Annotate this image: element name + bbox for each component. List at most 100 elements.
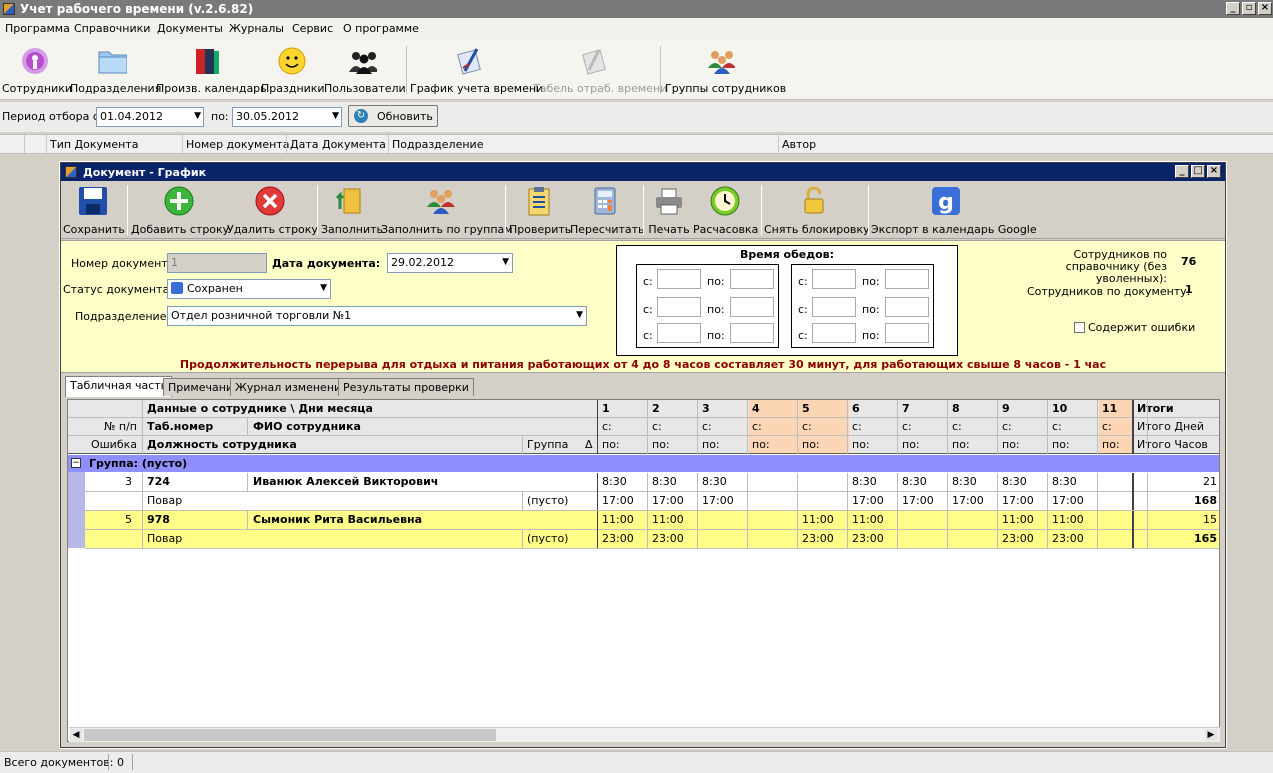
- shift-start-cell[interactable]: 11:00: [799, 511, 849, 529]
- shift-start-cell[interactable]: [749, 473, 799, 491]
- lunch2-from-1[interactable]: [812, 269, 856, 289]
- shift-start-cell[interactable]: [899, 511, 949, 529]
- shift-start-cell[interactable]: 11:00: [1049, 511, 1099, 529]
- shift-end-cell[interactable]: 23:00: [849, 530, 899, 548]
- menu-about[interactable]: О программе: [343, 22, 419, 35]
- unlock-button[interactable]: Снять блокировку: [764, 181, 870, 239]
- employee-position[interactable]: Повар: [144, 530, 514, 548]
- shift-end-cell[interactable]: 23:00: [599, 530, 649, 548]
- shift-end-cell[interactable]: [699, 530, 749, 548]
- lunch2-to-1[interactable]: [885, 269, 929, 289]
- delete-row-button[interactable]: Удалить строку: [227, 181, 318, 239]
- shift-end-cell[interactable]: [899, 530, 949, 548]
- col-doc-number[interactable]: Номер документа: [186, 138, 289, 151]
- header-day-7[interactable]: 7: [899, 400, 949, 418]
- header-day-1[interactable]: 1: [599, 400, 649, 418]
- shift-start-cell[interactable]: [749, 511, 799, 529]
- shift-end-cell[interactable]: [949, 530, 999, 548]
- lunch1-to-2[interactable]: [730, 297, 774, 317]
- print-button[interactable]: Печать: [647, 181, 691, 239]
- save-button[interactable]: Сохранить: [63, 181, 125, 239]
- menu-directories[interactable]: Справочники: [74, 22, 150, 35]
- shift-end-cell[interactable]: 23:00: [999, 530, 1049, 548]
- employees-button[interactable]: Сотрудники: [2, 40, 72, 98]
- shift-end-cell[interactable]: 17:00: [699, 492, 749, 510]
- shift-start-cell[interactable]: 11:00: [849, 511, 899, 529]
- doc-minimize-button[interactable]: _: [1175, 165, 1189, 178]
- lunch2-from-2[interactable]: [812, 297, 856, 317]
- timesheet-button[interactable]: Табель отраб. времени: [533, 40, 667, 98]
- department-combo[interactable]: Отдел розничной торговли №1 ▼: [167, 306, 587, 326]
- header-day-9[interactable]: 9: [999, 400, 1049, 418]
- shift-end-cell[interactable]: 17:00: [599, 492, 649, 510]
- check-button[interactable]: Проверить: [509, 181, 571, 239]
- scroll-thumb[interactable]: [84, 729, 496, 741]
- lunch1-from-2[interactable]: [657, 297, 701, 317]
- header-day-10[interactable]: 10: [1049, 400, 1099, 418]
- header-group[interactable]: Группа: [524, 436, 584, 454]
- shift-end-cell[interactable]: 23:00: [799, 530, 849, 548]
- tab-number[interactable]: 724: [144, 473, 244, 491]
- employee-fio[interactable]: Иванюк Алексей Викторович: [250, 473, 590, 491]
- shift-start-cell[interactable]: 8:30: [699, 473, 749, 491]
- lunch1-to-1[interactable]: [730, 269, 774, 289]
- period-to-combo[interactable]: 30.05.2012 ▼: [232, 107, 342, 127]
- prod-calendar-button[interactable]: Произв. календарь: [156, 40, 267, 98]
- header-day-6[interactable]: 6: [849, 400, 899, 418]
- errors-checkbox[interactable]: [1074, 322, 1085, 333]
- employee-group[interactable]: (пусто): [524, 530, 594, 548]
- holidays-button[interactable]: Праздники: [261, 40, 325, 98]
- tab-table[interactable]: Табличная часть: [65, 376, 173, 397]
- header-day-3[interactable]: 3: [699, 400, 749, 418]
- doc-status-combo[interactable]: Сохранен ▼: [167, 279, 331, 299]
- shift-start-cell[interactable]: 11:00: [649, 511, 699, 529]
- header-row-number[interactable]: № п/п: [68, 418, 140, 436]
- shift-end-cell[interactable]: 23:00: [1049, 530, 1099, 548]
- refresh-button[interactable]: ↻ Обновить: [348, 105, 438, 127]
- close-button[interactable]: ×: [1258, 2, 1272, 15]
- menu-journals[interactable]: Журналы: [229, 22, 284, 35]
- shift-end-cell[interactable]: [749, 492, 799, 510]
- shift-end-cell[interactable]: 17:00: [949, 492, 999, 510]
- doc-maximize-button[interactable]: □: [1191, 165, 1205, 178]
- lunch2-to-2[interactable]: [885, 297, 929, 317]
- scroll-left-icon[interactable]: ◀: [70, 729, 82, 741]
- shift-start-cell[interactable]: 8:30: [599, 473, 649, 491]
- tab-check-results[interactable]: Результаты проверки: [338, 378, 474, 396]
- header-day-8[interactable]: 8: [949, 400, 999, 418]
- employee-fio[interactable]: Сымоник Рита Васильевна: [250, 511, 590, 529]
- doc-close-button[interactable]: ×: [1207, 165, 1221, 178]
- menu-documents[interactable]: Документы: [157, 22, 223, 35]
- header-day-4[interactable]: 4: [749, 400, 799, 418]
- restore-button[interactable]: ▫: [1242, 2, 1256, 15]
- header-day-2[interactable]: 2: [649, 400, 699, 418]
- shift-start-cell[interactable]: [699, 511, 749, 529]
- shift-end-cell[interactable]: 17:00: [999, 492, 1049, 510]
- fill-by-groups-button[interactable]: Заполнить по группам: [381, 181, 513, 239]
- doc-date-field[interactable]: 29.02.2012 ▼: [387, 253, 513, 273]
- header-day-11[interactable]: 11: [1099, 400, 1132, 418]
- employee-group[interactable]: (пусто): [524, 492, 594, 510]
- schedule-button[interactable]: График учета времени: [410, 40, 543, 98]
- header-day-5[interactable]: 5: [799, 400, 849, 418]
- shift-start-cell[interactable]: 8:30: [899, 473, 949, 491]
- departments-button[interactable]: Подразделения: [70, 40, 161, 98]
- shift-end-cell[interactable]: [1099, 530, 1132, 548]
- shift-end-cell[interactable]: 17:00: [899, 492, 949, 510]
- shift-end-cell[interactable]: 17:00: [1049, 492, 1099, 510]
- col-doc-type[interactable]: Тип Документа: [50, 138, 138, 151]
- shift-end-cell[interactable]: [1099, 492, 1132, 510]
- shift-end-cell[interactable]: 17:00: [649, 492, 699, 510]
- shift-start-cell[interactable]: 8:30: [949, 473, 999, 491]
- users-button[interactable]: Пользователи: [324, 40, 406, 98]
- minimize-button[interactable]: _: [1226, 2, 1240, 15]
- fill-button[interactable]: Заполнить: [321, 181, 383, 239]
- recalculate-button[interactable]: Пересчитать: [570, 181, 645, 239]
- menu-program[interactable]: Программа: [5, 22, 70, 35]
- menu-service[interactable]: Сервис: [292, 22, 333, 35]
- google-export-button[interactable]: g Экспорт в календарь Google: [871, 181, 1037, 239]
- employee-position[interactable]: Повар: [144, 492, 514, 510]
- header-tab-number[interactable]: Таб.номер: [144, 418, 244, 436]
- shift-start-cell[interactable]: 8:30: [649, 473, 699, 491]
- shift-start-cell[interactable]: [799, 473, 849, 491]
